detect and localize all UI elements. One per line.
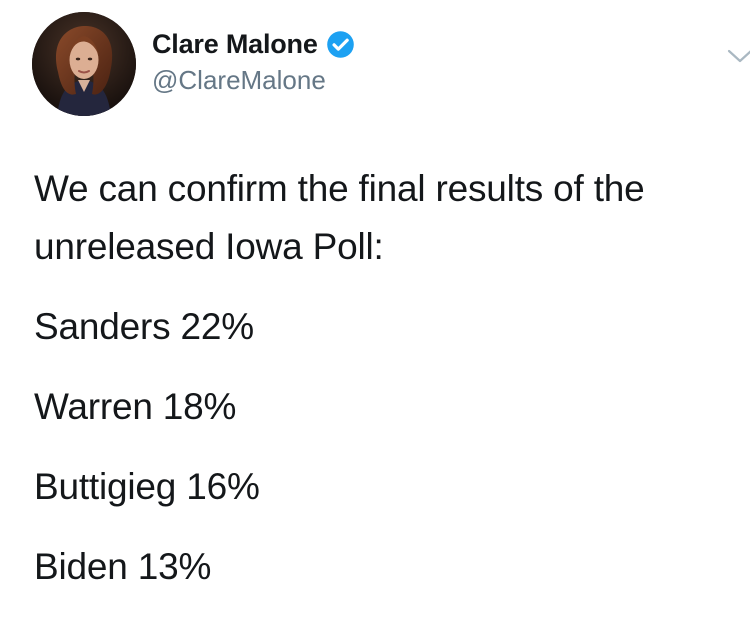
poll-result-line: Sanders 22% [34, 306, 254, 347]
author-handle[interactable]: @ClareMalone [152, 65, 326, 96]
tweet-header: Clare Malone @ClareMalone [32, 12, 750, 116]
avatar[interactable] [32, 12, 136, 116]
chevron-down-icon[interactable] [726, 46, 750, 66]
author-name-row: Clare Malone [152, 26, 355, 62]
verified-badge-icon [326, 30, 355, 59]
tweet-text: We can confirm the final results of the … [34, 160, 724, 596]
poll-result-line: Warren 18% [34, 386, 237, 427]
poll-result-line: Buttigieg 16% [34, 466, 260, 507]
poll-result-line: Biden 13% [34, 546, 212, 587]
tweet-intro-text: We can confirm the final results of the … [34, 168, 645, 267]
author-display-name[interactable]: Clare Malone [152, 29, 318, 60]
tweet-card: Clare Malone @ClareMalone We can confirm… [0, 0, 750, 619]
